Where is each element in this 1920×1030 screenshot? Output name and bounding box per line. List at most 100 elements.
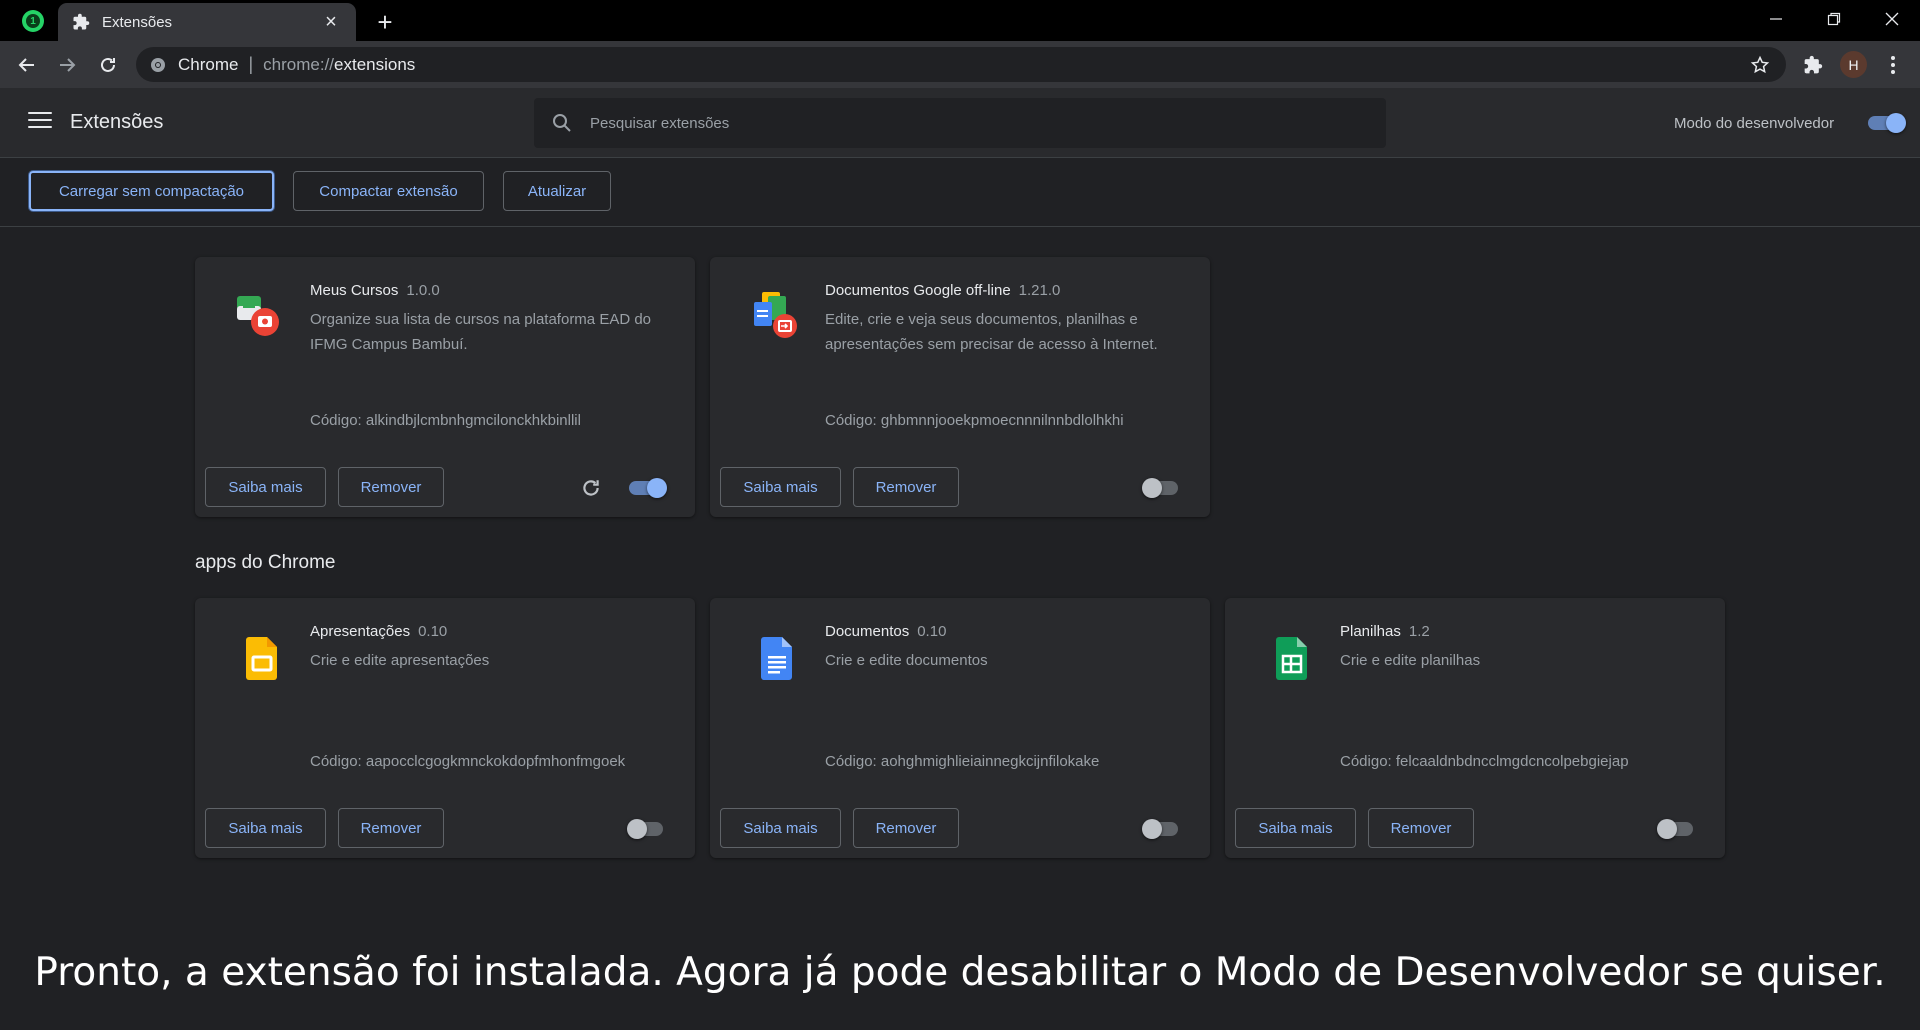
hamburger-icon	[28, 112, 52, 114]
reload-button[interactable]	[91, 48, 125, 82]
extension-description: Edite, crie e veja seus documentos, plan…	[825, 311, 1158, 353]
apps-section-title: apps do Chrome	[195, 552, 336, 573]
update-button[interactable]: Atualizar	[503, 171, 611, 211]
details-button[interactable]: Saiba mais	[205, 467, 326, 507]
developer-toolbar: Carregar sem compactação Compactar exten…	[0, 159, 1920, 227]
star-icon	[1750, 55, 1770, 74]
hamburger-line	[28, 126, 52, 128]
meus-cursos-icon	[237, 296, 279, 336]
details-button[interactable]: Saiba mais	[720, 467, 841, 507]
app-card: Documentos 0.10 Crie e edite documentos C…	[710, 598, 1210, 858]
minimize-icon	[1770, 18, 1782, 20]
app-title: Apresentações	[310, 623, 411, 640]
extension-card: Meus Cursos 1.0.0 Organize sua lista de c…	[195, 257, 695, 517]
google-sheets-icon	[1276, 637, 1307, 680]
tab-extensions[interactable]: Extensões ×	[58, 3, 356, 41]
restore-icon	[1827, 12, 1841, 26]
video-caption: Pronto, a extensão foi instalada. Agora …	[34, 950, 1886, 995]
app-id: Código: aapocclcgogkmnckokdopfmhonfmgoek	[310, 753, 626, 770]
main-menu-button[interactable]	[28, 112, 52, 134]
close-icon	[1885, 12, 1899, 26]
app-description: Crie e edite planilhas	[1340, 652, 1481, 669]
notification-badge: 1	[26, 14, 40, 28]
app-title: Documentos	[825, 623, 910, 640]
app-version: 0.10	[917, 623, 947, 640]
extension-name: Documentos Google off-line 1.21.0	[825, 282, 1060, 299]
extension-id: Código: ghbmnnjooekpmoecnnnilnnbdlolhkhi	[825, 412, 1124, 429]
search-box[interactable]	[534, 98, 1386, 148]
search-icon	[553, 114, 571, 132]
address-bar[interactable]: Chrome | chrome:// extensions	[136, 47, 1786, 82]
google-slides-icon	[246, 637, 277, 680]
extension-name: Meus Cursos 1.0.0	[310, 282, 440, 299]
tab-title: Extensões	[102, 13, 173, 31]
extension-version: 1.21.0	[1018, 282, 1061, 299]
remove-button[interactable]: Remover	[338, 808, 444, 848]
extensions-menu-button[interactable]	[1796, 48, 1830, 82]
extension-title: Meus Cursos	[310, 282, 399, 299]
whatsapp-icon: 1	[22, 10, 44, 32]
url-path: extensions	[334, 54, 416, 74]
enable-toggle[interactable]	[627, 478, 667, 498]
dev-mode-label: Modo do desenvolvedor	[1674, 115, 1835, 132]
extension-id: Código: alkindbjlcmbnhgmcilonckhkbinllil	[310, 412, 581, 429]
extensions-header: Extensões Modo do desenvolvedor	[0, 88, 1920, 158]
app-card: Planilhas 1.2 Crie e edite planilhas Códi…	[1225, 598, 1725, 858]
toggle-knob	[1142, 478, 1162, 498]
enable-toggle[interactable]	[1142, 819, 1182, 839]
extension-description: Organize sua lista de cursos na platafor…	[310, 311, 652, 353]
url-scheme: chrome://	[263, 54, 335, 74]
browser-toolbar: Chrome | chrome:// extensions H	[0, 41, 1920, 88]
enable-toggle[interactable]	[1142, 478, 1182, 498]
new-tab-button[interactable]: +	[372, 7, 398, 37]
search-input[interactable]	[590, 114, 1350, 132]
details-button[interactable]: Saiba mais	[1235, 808, 1356, 848]
app-card: Apresentações 0.10 Crie e edite apresenta…	[195, 598, 695, 858]
close-tab-icon[interactable]: ×	[320, 11, 342, 33]
app-version: 0.10	[418, 623, 448, 640]
tab-strip: 1 Extensões × +	[0, 0, 1920, 41]
app-id: Código: aohghmighlieiainnegkcijnfilokake	[825, 753, 1100, 770]
extension-version: 1.0.0	[406, 282, 440, 299]
omnibox-separator: |	[248, 54, 254, 74]
minimize-button[interactable]	[1748, 0, 1804, 38]
chrome-logo-icon	[151, 57, 165, 72]
bookmark-star-button[interactable]	[1748, 53, 1772, 77]
reload-icon	[101, 57, 115, 72]
google-docs-offline-icon	[754, 292, 797, 338]
hamburger-line	[28, 119, 52, 121]
puzzle-icon	[1804, 55, 1823, 74]
page-title: Extensões	[70, 111, 164, 133]
google-docs-icon	[761, 637, 792, 680]
pack-extension-button[interactable]: Compactar extensão	[293, 171, 484, 211]
app-id: Código: felcaaldnbdncclmgdcncolpebgiejap	[1340, 753, 1629, 770]
toggle-knob	[1886, 113, 1906, 133]
remove-button[interactable]: Remover	[853, 808, 959, 848]
toggle-knob	[627, 819, 647, 839]
back-button[interactable]	[10, 48, 44, 82]
tab-whatsapp[interactable]: 1	[16, 8, 50, 34]
close-window-button[interactable]	[1864, 0, 1920, 38]
enable-toggle[interactable]	[1657, 819, 1697, 839]
enable-toggle[interactable]	[627, 819, 667, 839]
details-button[interactable]: Saiba mais	[720, 808, 841, 848]
browser-menu-button[interactable]	[1876, 48, 1910, 82]
toggle-knob	[1657, 819, 1677, 839]
app-description: Crie e edite documentos	[825, 652, 988, 669]
remove-button[interactable]: Remover	[338, 467, 444, 507]
reload-extension-icon[interactable]	[580, 477, 602, 499]
details-button[interactable]: Saiba mais	[205, 808, 326, 848]
app-name: Documentos 0.10	[825, 623, 946, 640]
app-version: 1.2	[1408, 623, 1430, 640]
profile-avatar[interactable]: H	[1840, 51, 1867, 78]
site-label: Chrome	[178, 54, 239, 74]
dev-mode-toggle[interactable]	[1866, 113, 1906, 133]
forward-button[interactable]	[50, 48, 84, 82]
app-name: Apresentações 0.10	[310, 623, 447, 640]
remove-button[interactable]: Remover	[853, 467, 959, 507]
load-unpacked-button[interactable]: Carregar sem compactação	[29, 171, 274, 211]
remove-button[interactable]: Remover	[1368, 808, 1474, 848]
restore-button[interactable]	[1806, 0, 1862, 38]
app-title: Planilhas	[1340, 623, 1401, 640]
arrow-right-icon	[60, 58, 76, 72]
